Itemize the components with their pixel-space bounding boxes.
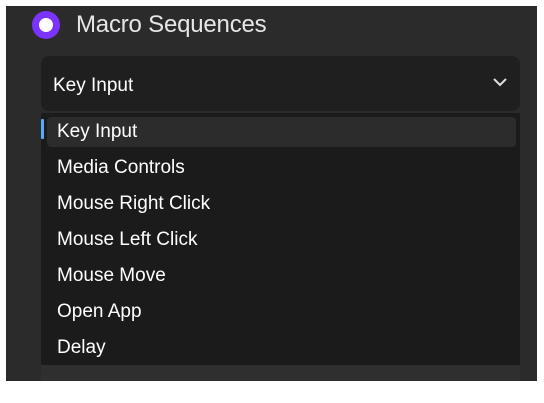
macro-sequences-option[interactable]: Macro Sequences (32, 6, 267, 44)
dropdown-option-delay[interactable]: Delay (47, 333, 516, 363)
dropdown-option-mouse-right-click[interactable]: Mouse Right Click (47, 189, 516, 219)
radio-selected-icon[interactable] (32, 11, 60, 39)
dropdown-option-key-input[interactable]: Key Input (47, 117, 516, 147)
focus-indicator (41, 119, 44, 139)
dropdown-option-mouse-left-click[interactable]: Mouse Left Click (47, 225, 516, 255)
radio-dot (39, 18, 53, 32)
dropdown-option-media-controls[interactable]: Media Controls (47, 153, 516, 183)
action-type-dropdown-menu: Key Input Media Controls Mouse Right Cli… (41, 113, 520, 365)
dropdown-option-mouse-move[interactable]: Mouse Move (47, 261, 516, 291)
chevron-down-icon[interactable] (492, 76, 508, 88)
dropdown-option-open-app[interactable]: Open App (47, 297, 516, 327)
action-type-select[interactable]: Key Input (41, 56, 520, 111)
action-type-select-value: Key Input (53, 75, 134, 96)
obscured-field (41, 365, 520, 381)
macro-sequences-label[interactable]: Macro Sequences (76, 11, 267, 39)
